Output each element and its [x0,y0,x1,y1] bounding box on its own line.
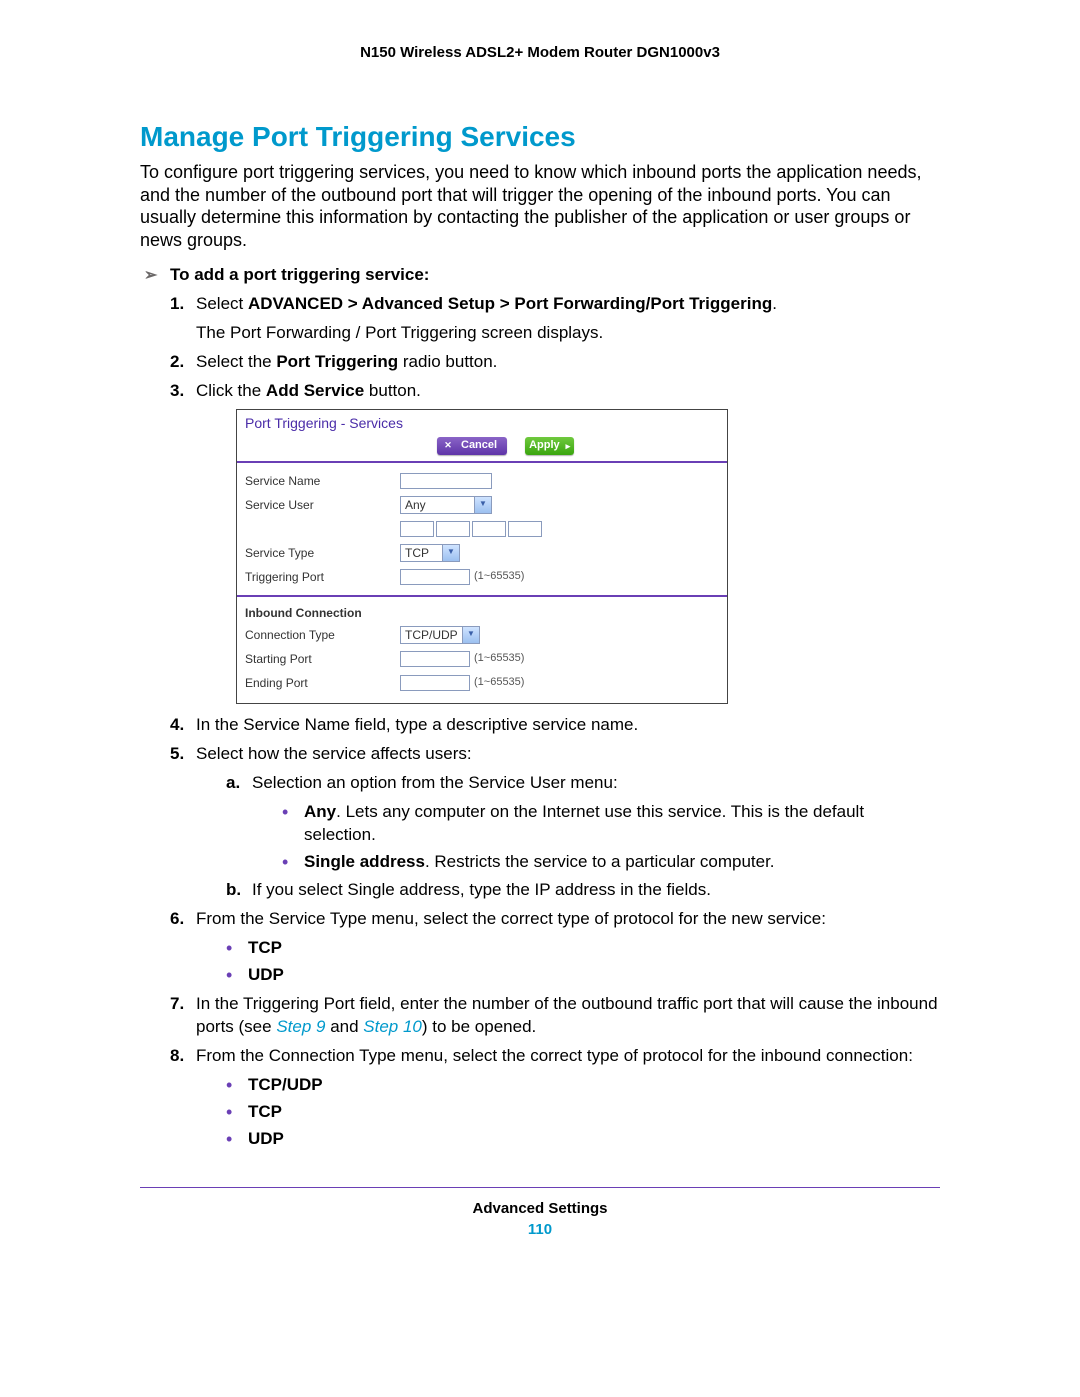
opt-single: Single address. Restricts the service to… [282,851,940,874]
opt-tcpudp: TCP/UDP [226,1074,940,1097]
ending-port-label: Ending Port [245,675,400,691]
service-type-label: Service Type [245,545,400,561]
ui-button-bar: ✕ Cancel Apply ▸ [237,435,727,463]
port-range-hint: (1~65535) [474,569,524,584]
doc-header: N150 Wireless ADSL2+ Modem Router DGN100… [140,44,940,61]
chevron-down-icon: ▼ [474,497,491,513]
inbound-heading: Inbound Connection [245,603,719,623]
ip-address-fields[interactable] [400,521,542,537]
service-name-input[interactable] [400,473,492,489]
connection-type-select[interactable]: TCP/UDP ▼ [400,626,480,644]
intro-paragraph: To configure port triggering services, y… [140,161,940,251]
footer-page-number: 110 [140,1221,940,1238]
service-name-label: Service Name [245,473,400,489]
ui-panel-title: Port Triggering - Services [237,410,727,435]
step-7: 7. In the Triggering Port field, enter t… [170,993,940,1039]
opt-any: Any. Lets any computer on the Internet u… [282,801,940,847]
step-3: 3. Click the Add Service button. Port Tr… [170,380,940,704]
footer-section-label: Advanced Settings [140,1200,940,1217]
section-title: Manage Port Triggering Services [140,121,940,153]
opt-udp: UDP [226,964,940,987]
service-user-label: Service User [245,497,400,513]
connection-type-label: Connection Type [245,627,400,643]
step-6: 6.From the Service Type menu, select the… [170,908,940,987]
service-user-select[interactable]: Any ▼ [400,496,492,514]
opt-tcp: TCP [226,937,940,960]
opt-udp2: UDP [226,1128,940,1151]
cancel-button[interactable]: ✕ Cancel [437,437,507,455]
step-2: 2. Select the Port Triggering radio butt… [170,351,940,374]
arrow-right-icon: ▸ [566,440,571,452]
step-5a: a.Selection an option from the Service U… [226,772,940,874]
step-5b: b.If you select Single address, type the… [226,879,940,902]
task-heading: To add a port triggering service: [140,265,940,285]
service-type-select[interactable]: TCP ▼ [400,544,460,562]
apply-button[interactable]: Apply ▸ [525,437,574,455]
link-step9[interactable]: Step 9 [276,1017,325,1036]
step-1-note: The Port Forwarding / Port Triggering sc… [196,322,940,345]
close-icon: ✕ [441,439,455,453]
step-8: 8.From the Connection Type menu, select … [170,1045,940,1151]
chevron-down-icon: ▼ [462,627,479,643]
starting-port-input[interactable] [400,651,470,667]
opt-tcp2: TCP [226,1101,940,1124]
router-ui-screenshot: Port Triggering - Services ✕ Cancel Appl… [236,409,728,704]
step-5: 5.Select how the service affects users: … [170,743,940,903]
page-footer: Advanced Settings 110 [140,1187,940,1238]
starting-port-label: Starting Port [245,651,400,667]
link-step10[interactable]: Step 10 [363,1017,422,1036]
chevron-down-icon: ▼ [442,545,459,561]
triggering-port-input[interactable] [400,569,470,585]
step-1: 1. Select ADVANCED > Advanced Setup > Po… [170,293,940,345]
step-4: 4.In the Service Name field, type a desc… [170,714,940,737]
triggering-port-label: Triggering Port [245,569,400,585]
ending-port-input[interactable] [400,675,470,691]
